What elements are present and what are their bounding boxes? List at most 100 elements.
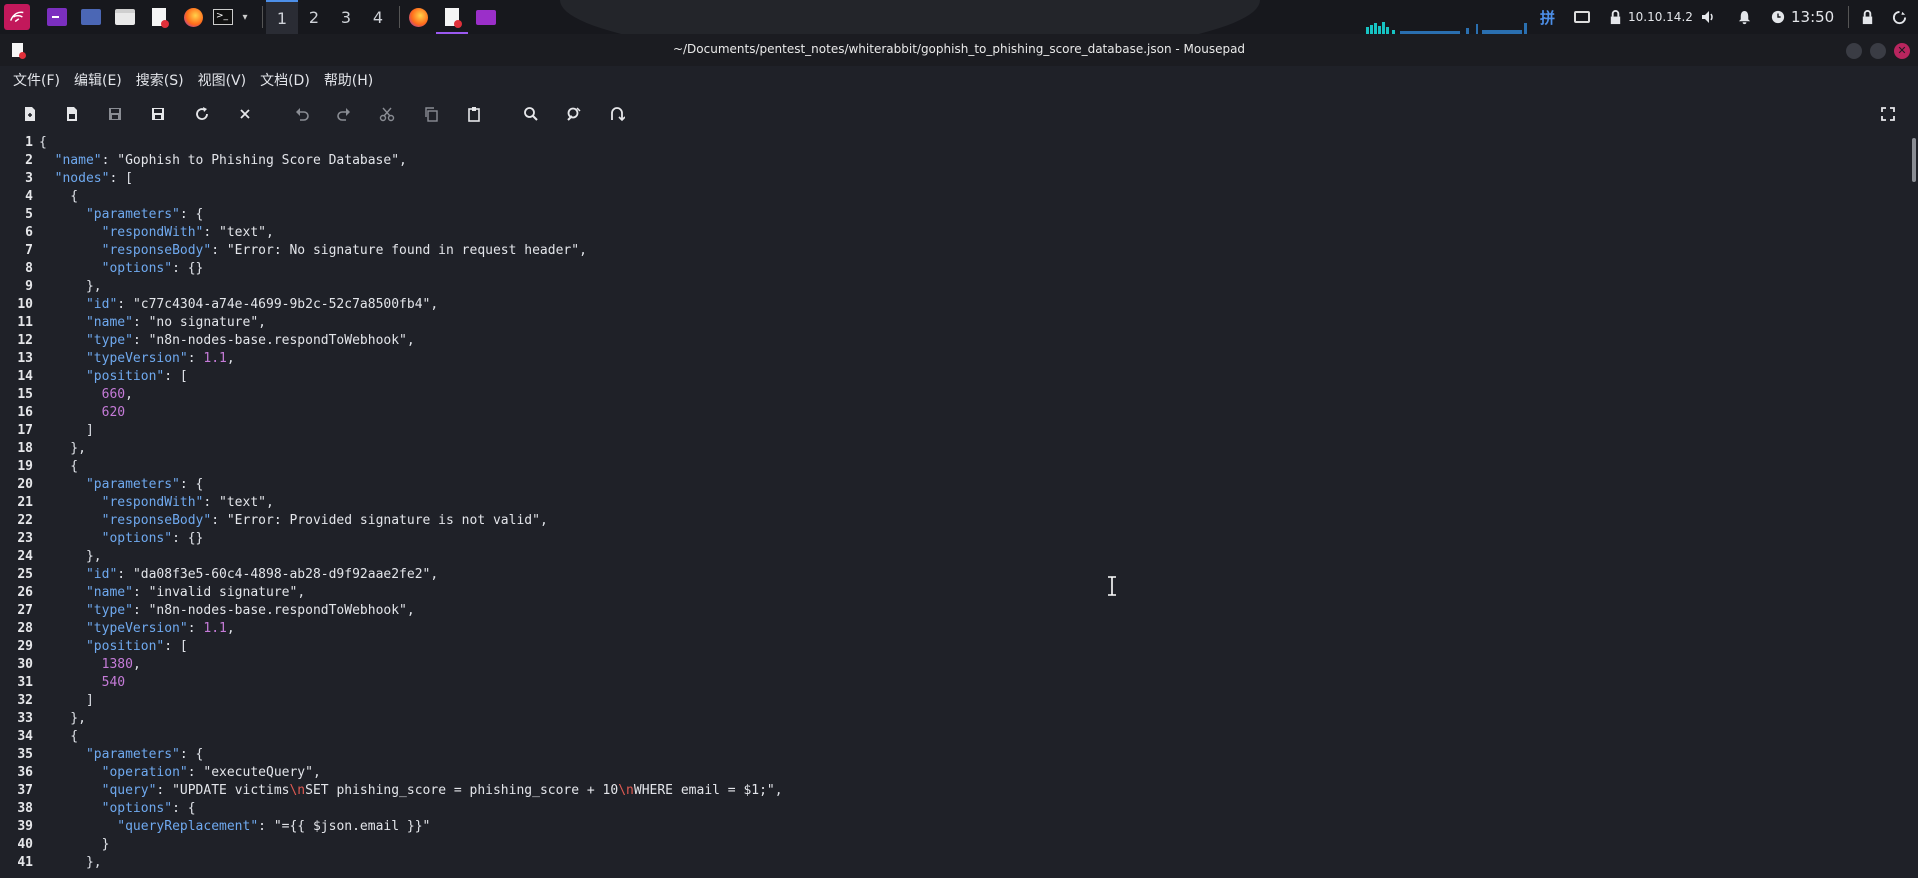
close-window-button[interactable]: ✕ bbox=[1894, 43, 1910, 59]
menu-edit[interactable]: 编辑(E) bbox=[67, 70, 129, 90]
code-line[interactable]: ] bbox=[39, 422, 1904, 440]
line-number: 8 bbox=[25, 261, 33, 276]
code-line[interactable]: "query": "UPDATE victims\nSET phishing_s… bbox=[39, 782, 1904, 800]
cut-button[interactable] bbox=[376, 103, 398, 125]
code-line[interactable]: "options": {} bbox=[39, 260, 1904, 278]
line-number: 29 bbox=[17, 639, 33, 654]
clock-time[interactable]: 13:50 bbox=[1791, 0, 1834, 34]
text-editor-launcher-icon[interactable] bbox=[148, 6, 170, 28]
notification-icon[interactable] bbox=[1737, 0, 1752, 34]
text-editor[interactable]: 1 2 3 4 5 6 7 8 9 10 11 12 13 14 15 16 17 18 19 20 21 22 23 24 2… bbox=[0, 134, 1918, 874]
code-token: : bbox=[117, 297, 133, 312]
code-line[interactable]: { bbox=[39, 188, 1904, 206]
save-as-button[interactable] bbox=[147, 103, 169, 125]
code-line[interactable]: "options": {} bbox=[39, 530, 1904, 548]
scrollbar-thumb[interactable] bbox=[1912, 138, 1916, 182]
goto-line-button[interactable] bbox=[606, 103, 628, 125]
code-line[interactable]: "name": "no signature", bbox=[39, 314, 1904, 332]
code-line[interactable]: "options": { bbox=[39, 800, 1904, 818]
code-line[interactable]: } bbox=[39, 836, 1904, 854]
menu-help[interactable]: 帮助(H) bbox=[317, 70, 380, 90]
code-line[interactable]: "operation": "executeQuery", bbox=[39, 764, 1904, 782]
code-line[interactable]: 620 bbox=[39, 404, 1904, 422]
terminal-icon[interactable]: >_ bbox=[212, 6, 234, 28]
redo-button[interactable] bbox=[333, 103, 355, 125]
code-line[interactable]: "respondWith": "text", bbox=[39, 224, 1904, 242]
kali-menu-icon[interactable] bbox=[4, 4, 30, 30]
code-line[interactable]: "nodes": [ bbox=[39, 170, 1904, 188]
code-line[interactable]: }, bbox=[39, 710, 1904, 728]
code-line[interactable]: "type": "n8n-nodes-base.respondToWebhook… bbox=[39, 332, 1904, 350]
keyboard-layout-icon[interactable]: 拼 bbox=[1540, 0, 1555, 34]
file-manager-icon[interactable] bbox=[114, 6, 136, 28]
workspace-4[interactable]: 4 bbox=[362, 0, 394, 34]
code-line[interactable]: "name": "Gophish to Phishing Score Datab… bbox=[39, 152, 1904, 170]
code-line[interactable]: { bbox=[39, 728, 1904, 746]
display-icon[interactable] bbox=[1574, 0, 1590, 34]
code-line[interactable]: "typeVersion": 1.1, bbox=[39, 620, 1904, 638]
workspace-2[interactable]: 2 bbox=[298, 0, 330, 34]
code-line[interactable]: { bbox=[39, 458, 1904, 476]
save-button[interactable] bbox=[104, 103, 126, 125]
code-line[interactable]: ] bbox=[39, 692, 1904, 710]
firefox-icon[interactable] bbox=[182, 6, 204, 28]
menu-file[interactable]: 文件(F) bbox=[6, 70, 67, 90]
desktop-settings-icon[interactable] bbox=[80, 6, 102, 28]
code-line[interactable]: }, bbox=[39, 440, 1904, 458]
code-line[interactable]: "responseBody": "Error: Provided signatu… bbox=[39, 512, 1904, 530]
task-firefox-icon[interactable] bbox=[407, 6, 429, 28]
code-line[interactable]: "parameters": { bbox=[39, 476, 1904, 494]
code-token: { bbox=[39, 729, 79, 744]
copy-button[interactable] bbox=[420, 103, 442, 125]
code-line[interactable]: "position": [ bbox=[39, 638, 1904, 656]
power-icon[interactable] bbox=[1892, 0, 1907, 34]
new-document-button[interactable] bbox=[19, 103, 41, 125]
code-line[interactable]: "respondWith": "text", bbox=[39, 494, 1904, 512]
close-document-button[interactable] bbox=[234, 103, 256, 125]
menu-document[interactable]: 文档(D) bbox=[253, 70, 317, 90]
code-line[interactable]: "parameters": { bbox=[39, 746, 1904, 764]
undo-button[interactable] bbox=[291, 103, 313, 125]
task-folder-icon[interactable] bbox=[475, 6, 497, 28]
fullscreen-button[interactable] bbox=[1877, 103, 1899, 125]
code-line[interactable]: "position": [ bbox=[39, 368, 1904, 386]
replace-button[interactable] bbox=[563, 103, 585, 125]
code-line[interactable]: "typeVersion": 1.1, bbox=[39, 350, 1904, 368]
paste-button[interactable] bbox=[463, 103, 485, 125]
code-line[interactable]: "parameters": { bbox=[39, 206, 1904, 224]
menu-search[interactable]: 搜索(S) bbox=[129, 70, 191, 90]
vertical-scrollbar[interactable] bbox=[1908, 134, 1918, 874]
code-line[interactable]: 540 bbox=[39, 674, 1904, 692]
terminal-launcher-icon[interactable] bbox=[46, 6, 68, 28]
code-area[interactable]: { "name": "Gophish to Phishing Score Dat… bbox=[39, 134, 1904, 874]
code-line[interactable]: 660, bbox=[39, 386, 1904, 404]
window-titlebar[interactable]: ~/Documents/pentest_notes/whiterabbit/go… bbox=[0, 34, 1918, 66]
chevron-down-icon[interactable]: ▾ bbox=[238, 6, 252, 28]
code-line[interactable]: "queryReplacement": "={{ $json.email }}" bbox=[39, 818, 1904, 836]
minimize-button[interactable] bbox=[1846, 43, 1862, 59]
code-line[interactable]: "id": "c77c4304-a74e-4699-9b2c-52c7a8500… bbox=[39, 296, 1904, 314]
lock-screen-icon[interactable] bbox=[1860, 0, 1875, 34]
code-line[interactable]: 1380, bbox=[39, 656, 1904, 674]
code-line[interactable]: }, bbox=[39, 854, 1904, 872]
code-line[interactable]: }, bbox=[39, 548, 1904, 566]
volume-icon[interactable] bbox=[1700, 0, 1716, 34]
task-mousepad-icon[interactable] bbox=[441, 6, 463, 28]
code-line[interactable]: "type": "n8n-nodes-base.respondToWebhook… bbox=[39, 602, 1904, 620]
menu-view[interactable]: 视图(V) bbox=[191, 70, 254, 90]
code-line[interactable]: "responseBody": "Error: No signature fou… bbox=[39, 242, 1904, 260]
search-button[interactable] bbox=[520, 103, 542, 125]
reload-button[interactable] bbox=[191, 103, 213, 125]
vpn-icon[interactable] bbox=[1608, 0, 1623, 34]
workspace-3[interactable]: 3 bbox=[330, 0, 362, 34]
line-number: 30 bbox=[17, 657, 33, 672]
code-line[interactable]: "id": "da08f3e5-60c4-4898-ab28-d9f92aae2… bbox=[39, 566, 1904, 584]
maximize-button[interactable] bbox=[1870, 43, 1886, 59]
code-line[interactable]: { bbox=[39, 134, 1904, 152]
code-line[interactable]: "name": "invalid signature", bbox=[39, 584, 1904, 602]
workspace-1[interactable]: 1 bbox=[266, 0, 298, 34]
new-window-button[interactable] bbox=[61, 103, 83, 125]
code-line[interactable]: }, bbox=[39, 278, 1904, 296]
line-number: 15 bbox=[17, 387, 33, 402]
